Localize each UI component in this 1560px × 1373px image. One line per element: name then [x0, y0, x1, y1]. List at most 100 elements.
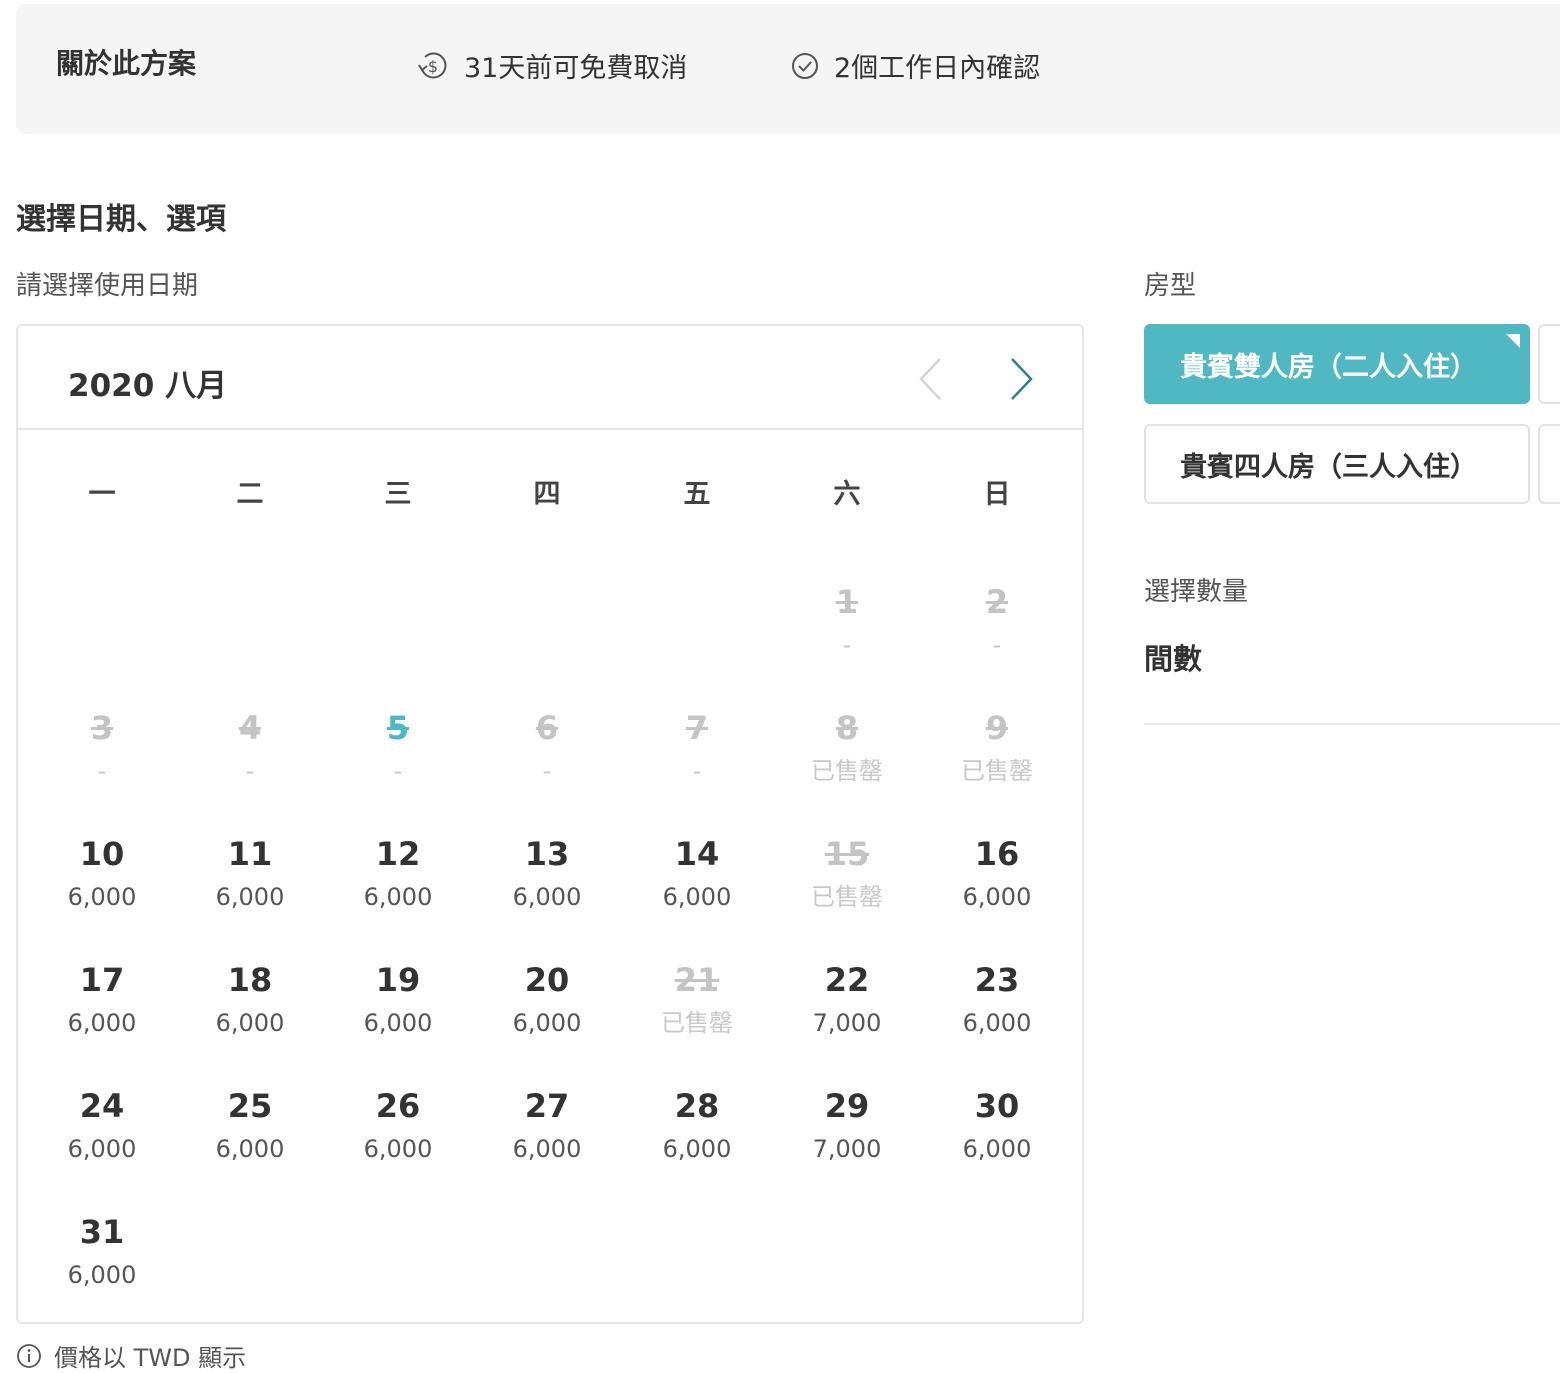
day-number: 3	[90, 709, 114, 747]
check-circle-icon	[792, 52, 818, 79]
calendar-day-24[interactable]: 24 6,000	[32, 1086, 172, 1196]
day-price: 6,000	[363, 1009, 433, 1037]
day-number: 17	[79, 961, 125, 999]
room-option-label: 貴賓雙人房（二人入住）	[1180, 351, 1477, 383]
day-price: -	[245, 757, 255, 785]
day-number: 9	[985, 709, 1009, 747]
calendar-day-10[interactable]: 10 6,000	[32, 834, 172, 944]
day-number: 12	[375, 835, 421, 873]
day-number: 29	[824, 1087, 870, 1125]
confirm-policy-text: 2個工作日內確認	[834, 53, 1041, 84]
calendar-day-20[interactable]: 20 6,000	[477, 960, 617, 1070]
calendar-day-26[interactable]: 26 6,000	[328, 1086, 468, 1196]
calendar-day-12[interactable]: 12 6,000	[328, 834, 468, 944]
day-price: 7,000	[812, 1135, 882, 1163]
calendar-day-16[interactable]: 16 6,000	[927, 834, 1067, 944]
calendar-day-3: 3-	[32, 708, 172, 818]
day-price: 6,000	[67, 1009, 137, 1037]
calendar-month-title: 2020 八月	[68, 368, 228, 404]
weekday-label: 一	[88, 479, 116, 510]
divider	[1144, 723, 1560, 725]
room-option-double[interactable]: 貴賓雙人房（二人入住）	[1144, 324, 1530, 404]
weekday-label: 日	[983, 479, 1011, 510]
day-number: 2	[985, 583, 1009, 621]
weekday-label: 三	[384, 479, 412, 510]
prev-month-button[interactable]	[906, 354, 956, 404]
calendar-day-31[interactable]: 31 6,000	[32, 1212, 172, 1322]
calendar-day-14[interactable]: 14 6,000	[627, 834, 767, 944]
room-option-quad[interactable]: 貴賓四人房（三人入住）	[1144, 424, 1530, 504]
day-price: 6,000	[67, 1261, 137, 1289]
calendar-day-4: 4-	[180, 708, 320, 818]
price-currency-note: 價格以 TWD 顯示	[16, 1338, 246, 1373]
room-option-partial[interactable]	[1538, 324, 1560, 404]
room-option-partial[interactable]	[1538, 424, 1560, 504]
calendar-day-19[interactable]: 19 6,000	[328, 960, 468, 1070]
day-number: 30	[974, 1087, 1020, 1125]
calendar-day-22[interactable]: 22 7,000	[777, 960, 917, 1070]
calendar-day-30[interactable]: 30 6,000	[927, 1086, 1067, 1196]
day-price: 6,000	[662, 1135, 732, 1163]
svg-text:$: $	[428, 57, 438, 76]
calendar-day-28[interactable]: 28 6,000	[627, 1086, 767, 1196]
day-number: 8	[835, 709, 859, 747]
day-price: -	[842, 631, 852, 659]
calendar-day-7: 7-	[627, 708, 767, 818]
selected-corner-icon	[1506, 334, 1520, 348]
date-label: 請選擇使用日期	[16, 271, 199, 301]
day-price: 7,000	[812, 1009, 882, 1037]
next-month-button[interactable]	[996, 354, 1046, 404]
weekday-label: 五	[683, 479, 711, 510]
calendar-header: 2020 八月	[18, 326, 1082, 430]
calendar-day-2: 2-	[927, 582, 1067, 692]
room-option-label: 貴賓四人房（三人入住）	[1180, 451, 1477, 483]
calendar-day-9: 9 已售罄	[927, 708, 1067, 818]
cancel-policy: $ 31天前可免費取消	[416, 46, 687, 85]
day-price: 6,000	[662, 883, 732, 911]
day-number: 27	[524, 1087, 570, 1125]
weekday-label: 六	[833, 479, 861, 510]
weekday-row: 一二三四五六日	[26, 472, 1076, 512]
calendar-day-21: 21 已售罄	[627, 960, 767, 1070]
calendar-day-13[interactable]: 13 6,000	[477, 834, 617, 944]
day-price: 已售罄	[811, 883, 883, 911]
day-price: -	[992, 631, 1002, 659]
calendar-day-29[interactable]: 29 7,000	[777, 1086, 917, 1196]
plan-info-bar: 關於此方案 $ 31天前可免費取消 2個工作日內確認	[16, 4, 1560, 134]
info-icon	[17, 1343, 41, 1368]
day-number: 6	[535, 709, 559, 747]
weekday-label: 二	[236, 479, 264, 510]
chevron-right-icon	[1011, 358, 1033, 400]
day-price: 6,000	[962, 883, 1032, 911]
day-number: 1	[835, 583, 859, 621]
day-number: 19	[375, 961, 421, 999]
day-number: 7	[685, 709, 709, 747]
day-number: 4	[238, 709, 262, 747]
chevron-left-icon	[919, 358, 941, 400]
room-type-label: 房型	[1144, 271, 1197, 301]
day-price: 6,000	[512, 1135, 582, 1163]
day-number: 20	[524, 961, 570, 999]
day-number: 13	[524, 835, 570, 873]
day-price: 6,000	[363, 1135, 433, 1163]
day-number: 22	[824, 961, 870, 999]
day-number: 26	[375, 1087, 421, 1125]
calendar-day-17[interactable]: 17 6,000	[32, 960, 172, 1070]
calendar-day-25[interactable]: 25 6,000	[180, 1086, 320, 1196]
calendar-day-23[interactable]: 23 6,000	[927, 960, 1067, 1070]
weekday-label: 四	[533, 479, 561, 510]
calendar-day-18[interactable]: 18 6,000	[180, 960, 320, 1070]
day-number: 14	[674, 835, 720, 873]
calendar-day-11[interactable]: 11 6,000	[180, 834, 320, 944]
day-price: 6,000	[215, 1009, 285, 1037]
day-price: 6,000	[512, 883, 582, 911]
plan-info-title: 關於此方案	[56, 47, 197, 80]
day-number: 11	[227, 835, 273, 873]
day-price: -	[393, 757, 403, 785]
day-price: 6,000	[67, 883, 137, 911]
day-number: 31	[79, 1213, 125, 1251]
calendar-day-27[interactable]: 27 6,000	[477, 1086, 617, 1196]
day-price: 6,000	[215, 1135, 285, 1163]
day-number: 16	[974, 835, 1020, 873]
day-number: 24	[79, 1087, 125, 1125]
